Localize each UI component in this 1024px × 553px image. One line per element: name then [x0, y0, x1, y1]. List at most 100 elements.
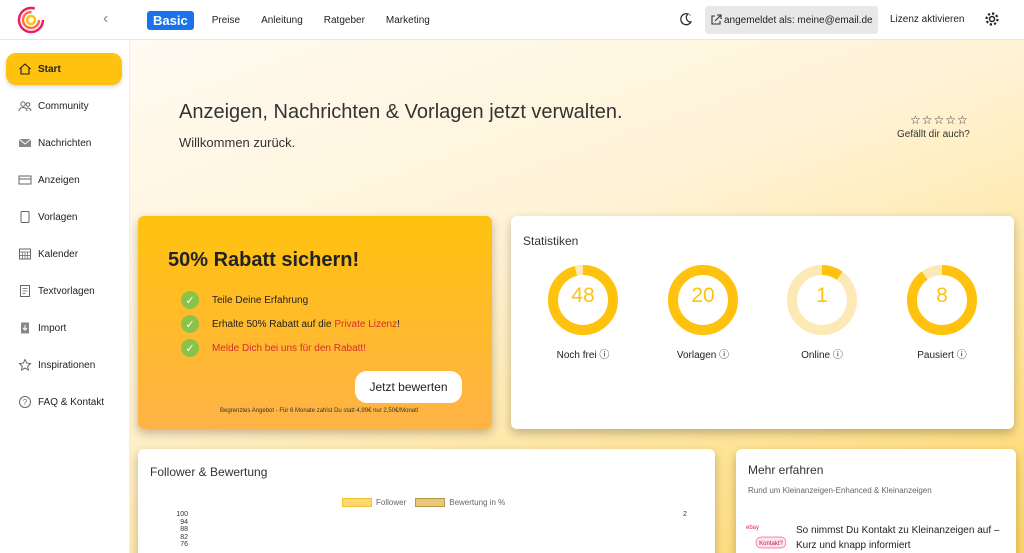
- stat-value: 20: [691, 284, 715, 307]
- settings-gear-icon[interactable]: [984, 11, 1000, 27]
- y-tick: 76: [180, 541, 188, 548]
- help-icon: ?: [19, 396, 31, 408]
- stat-value: 48: [571, 284, 595, 307]
- stat-donut-online: 1: [786, 264, 858, 336]
- nav-link-ratgeber[interactable]: Ratgeber: [324, 15, 365, 26]
- stat-donut-pausiert: 8: [906, 264, 978, 336]
- template-icon: [20, 211, 30, 223]
- statistics-title: Statistiken: [523, 234, 579, 248]
- sidebar-item-label: FAQ & Kontakt: [38, 396, 105, 408]
- check-icon: ✓: [181, 339, 199, 357]
- list-item: ✓ Erhalte 50% Rabatt auf die Private Liz…: [181, 312, 400, 336]
- rating-stars[interactable]: ☆☆☆☆☆: [910, 113, 969, 127]
- plan-badge[interactable]: Basic: [147, 11, 194, 30]
- sidebar-item-label: Import: [38, 322, 67, 334]
- nav-link-preise[interactable]: Preise: [212, 15, 240, 26]
- learn-more-title: Mehr erfahren: [748, 463, 824, 477]
- sidebar-item-label: Start: [38, 63, 61, 75]
- info-icon[interactable]: ⓘ: [599, 350, 609, 361]
- main-content: Anzeigen, Nachrichten & Vorlagen jetzt v…: [130, 40, 1024, 553]
- check-icon: ✓: [181, 291, 199, 309]
- discount-title: 50% Rabatt sichern!: [168, 249, 360, 271]
- legend-swatch-rating: [415, 498, 446, 507]
- sidebar-item-nachrichten[interactable]: Nachrichten: [6, 127, 122, 159]
- sidebar-item-vorlagen[interactable]: Vorlagen: [6, 201, 122, 233]
- learn-more-subtitle: Rund um Kleinanzeigen-Enhanced & Kleinan…: [748, 486, 932, 495]
- svg-text:?: ?: [23, 398, 28, 407]
- y-tick: 88: [180, 526, 188, 533]
- dark-mode-icon[interactable]: [679, 12, 693, 26]
- sidebar-item-anzeigen[interactable]: Anzeigen: [6, 164, 122, 196]
- nav-link-marketing[interactable]: Marketing: [386, 15, 430, 26]
- calendar-icon: [19, 248, 31, 260]
- account-button[interactable]: angemeldet als: meine@email.de: [705, 6, 878, 34]
- legend-swatch-follower: [342, 498, 372, 507]
- home-icon: [19, 63, 31, 75]
- external-link-icon: [711, 14, 722, 25]
- main-nav: Basic Preise Anleitung Ratgeber Marketin…: [147, 11, 451, 30]
- sidebar-item-label: Nachrichten: [38, 137, 92, 149]
- top-bar: ‹ Basic Preise Anleitung Ratgeber Market…: [0, 0, 1024, 40]
- sidebar-item-label: Kalender: [38, 248, 79, 260]
- page-title: Anzeigen, Nachrichten & Vorlagen jetzt v…: [179, 101, 623, 123]
- article-link[interactable]: So nimmst Du Kontakt zu Kleinanzeigen au…: [796, 523, 1011, 553]
- stat-donut-noch-frei: 48: [547, 264, 619, 336]
- private-license-link[interactable]: Private Lizenz: [334, 319, 397, 330]
- sidebar-item-import[interactable]: Import: [6, 312, 122, 344]
- discount-card: 50% Rabatt sichern! ✓ Teile Deine Erfahr…: [138, 216, 492, 429]
- users-icon: [18, 101, 32, 112]
- sidebar-item-label: Community: [38, 100, 89, 112]
- follower-title: Follower & Bewertung: [150, 465, 268, 479]
- stat-label: Noch frei ⓘ: [556, 350, 610, 361]
- step-text: Erhalte 50% Rabatt auf die Private Lizen…: [212, 318, 400, 330]
- stat-value: 1: [816, 284, 828, 307]
- y-tick: 100: [176, 511, 188, 518]
- sidebar-item-community[interactable]: Community: [6, 90, 122, 122]
- learn-more-card: Mehr erfahren Rund um Kleinanzeigen-Enha…: [736, 449, 1016, 553]
- svg-text:ebay: ebay: [746, 525, 759, 531]
- app-logo-icon[interactable]: [16, 3, 46, 37]
- mail-icon: [18, 138, 32, 147]
- sidebar-item-label: Anzeigen: [38, 174, 80, 186]
- sidebar-item-label: Textvorlagen: [38, 285, 95, 297]
- info-icon[interactable]: ⓘ: [833, 350, 843, 361]
- sidebar-item-inspirationen[interactable]: Inspirationen: [6, 349, 122, 381]
- discount-steps: ✓ Teile Deine Erfahrung ✓ Erhalte 50% Ra…: [181, 288, 400, 360]
- chart-legend: Follower Bewertung in %: [342, 498, 505, 507]
- account-label: angemeldet als: meine@email.de: [724, 14, 873, 26]
- step-text: Teile Deine Erfahrung: [212, 294, 309, 306]
- thumbnail-label: Kontakt?: [759, 541, 783, 547]
- info-icon[interactable]: ⓘ: [719, 350, 729, 361]
- y-tick: 82: [180, 533, 188, 541]
- y2-tick: 2: [683, 511, 687, 518]
- sidebar-item-label: Vorlagen: [38, 211, 78, 223]
- star-icon: [18, 358, 32, 371]
- contact-for-discount-link[interactable]: Melde Dich bei uns für den Rabatt!: [212, 343, 366, 354]
- nav-link-anleitung[interactable]: Anleitung: [261, 15, 303, 26]
- legend-follower[interactable]: Follower: [376, 498, 406, 507]
- stat-value: 8: [936, 284, 948, 307]
- check-icon: ✓: [181, 315, 199, 333]
- ads-icon: [18, 175, 32, 185]
- sidebar: Start Community Nachrichten Anzeigen Vor…: [0, 40, 130, 553]
- legend-rating[interactable]: Bewertung in %: [449, 498, 505, 507]
- sidebar-item-kalender[interactable]: Kalender: [6, 238, 122, 270]
- collapse-sidebar-icon[interactable]: ‹: [103, 10, 117, 28]
- stat-donut-vorlagen: 20: [667, 264, 739, 336]
- rate-now-button[interactable]: Jetzt bewerten: [355, 371, 462, 403]
- statistics-card: Statistiken 48 Noch frei ⓘ 20 Vorlagen ⓘ 1 On…: [511, 216, 1014, 429]
- sidebar-item-start[interactable]: Start: [6, 53, 122, 85]
- y-axis-ticks: 100 94 88 82 76: [166, 511, 188, 549]
- sidebar-item-faq[interactable]: ? FAQ & Kontakt: [6, 386, 122, 418]
- article-thumbnail[interactable]: ebay Kontakt?: [744, 517, 786, 553]
- sidebar-item-label: Inspirationen: [38, 359, 96, 371]
- stat-label: Vorlagen ⓘ: [676, 350, 730, 361]
- rating-prompt: Gefällt dir auch?: [897, 129, 970, 140]
- page-subtitle: Willkommen zurück.: [179, 135, 296, 150]
- info-icon[interactable]: ⓘ: [957, 350, 967, 361]
- activate-license-link[interactable]: Lizenz aktivieren: [890, 14, 964, 25]
- sidebar-item-textvorlagen[interactable]: Textvorlagen: [6, 275, 122, 307]
- y-tick: 94: [180, 518, 188, 526]
- text-template-icon: [20, 285, 30, 297]
- list-item: ✓ Melde Dich bei uns für den Rabatt!: [181, 336, 400, 360]
